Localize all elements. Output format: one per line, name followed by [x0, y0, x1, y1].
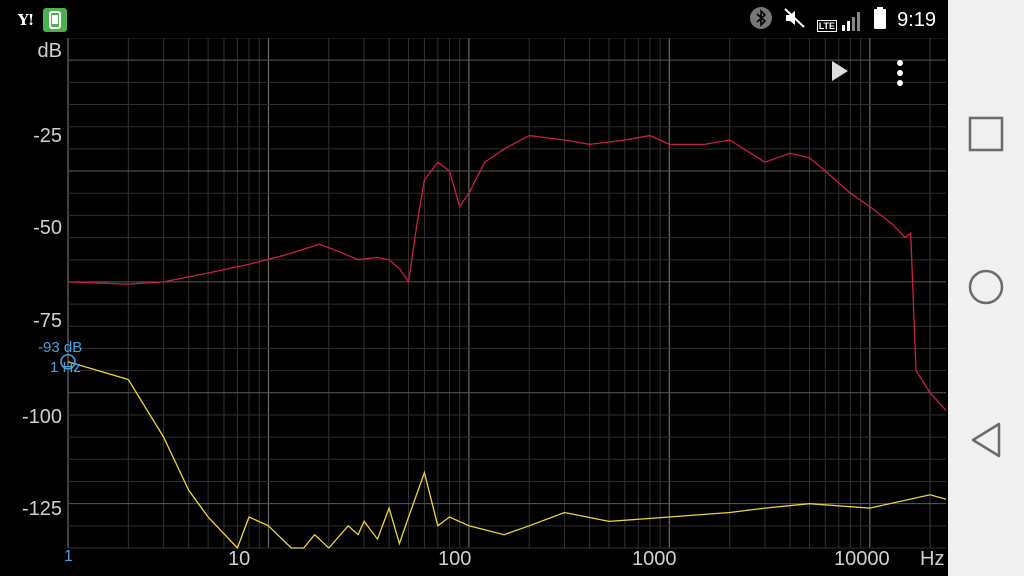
- more-options-button[interactable]: [896, 60, 926, 94]
- home-circle-icon: [968, 269, 1004, 305]
- y-axis-unit: dB: [37, 40, 62, 62]
- x-tick-label: 10: [228, 548, 251, 570]
- y-tick-label: -100: [21, 406, 62, 428]
- y-tick-label: -125: [21, 498, 62, 520]
- play-icon: [832, 61, 848, 81]
- spectrum-trace-yellow: [67, 361, 947, 550]
- home-button[interactable]: [948, 247, 1024, 327]
- recents-square-icon: [968, 116, 1004, 152]
- mute-icon: [783, 6, 807, 35]
- more-vert-icon: [897, 60, 903, 86]
- recents-button[interactable]: [948, 94, 1024, 174]
- y-tick-label: -50: [33, 217, 62, 239]
- back-triangle-icon: [971, 422, 1001, 458]
- play-button[interactable]: [830, 60, 864, 94]
- back-button[interactable]: [948, 400, 1024, 480]
- lte-signal-icon: LTE: [816, 10, 863, 32]
- x-tick-label: 1000: [632, 548, 677, 570]
- x-tick-label: 1: [64, 548, 73, 565]
- cursor-db-readout: -93 dB: [38, 339, 83, 356]
- x-tick-label: 10000: [834, 548, 890, 570]
- bluetooth-icon: [749, 6, 773, 35]
- x-tick-label: 100: [438, 548, 472, 570]
- cursor-hz-readout: 1 Hz: [50, 359, 81, 376]
- clock: 9:19: [897, 9, 936, 31]
- spectrum-trace-red: [67, 134, 947, 411]
- y-tick-label: -25: [33, 125, 62, 147]
- status-bar: Y! LTE 9:19: [0, 0, 948, 38]
- spectrum-plot[interactable]: dB -25 -50 -75 -100 -125 1 10 100 1000 1…: [0, 38, 948, 576]
- x-axis-unit: Hz: [920, 548, 945, 570]
- battery-icon: [873, 6, 887, 35]
- yahoo-icon: Y!: [18, 11, 34, 29]
- app-icon: [43, 8, 68, 32]
- spectrum-chart[interactable]: [0, 38, 948, 576]
- y-tick-label: -75: [33, 310, 62, 332]
- lte-label: LTE: [816, 19, 838, 32]
- navigation-bar: [948, 0, 1024, 576]
